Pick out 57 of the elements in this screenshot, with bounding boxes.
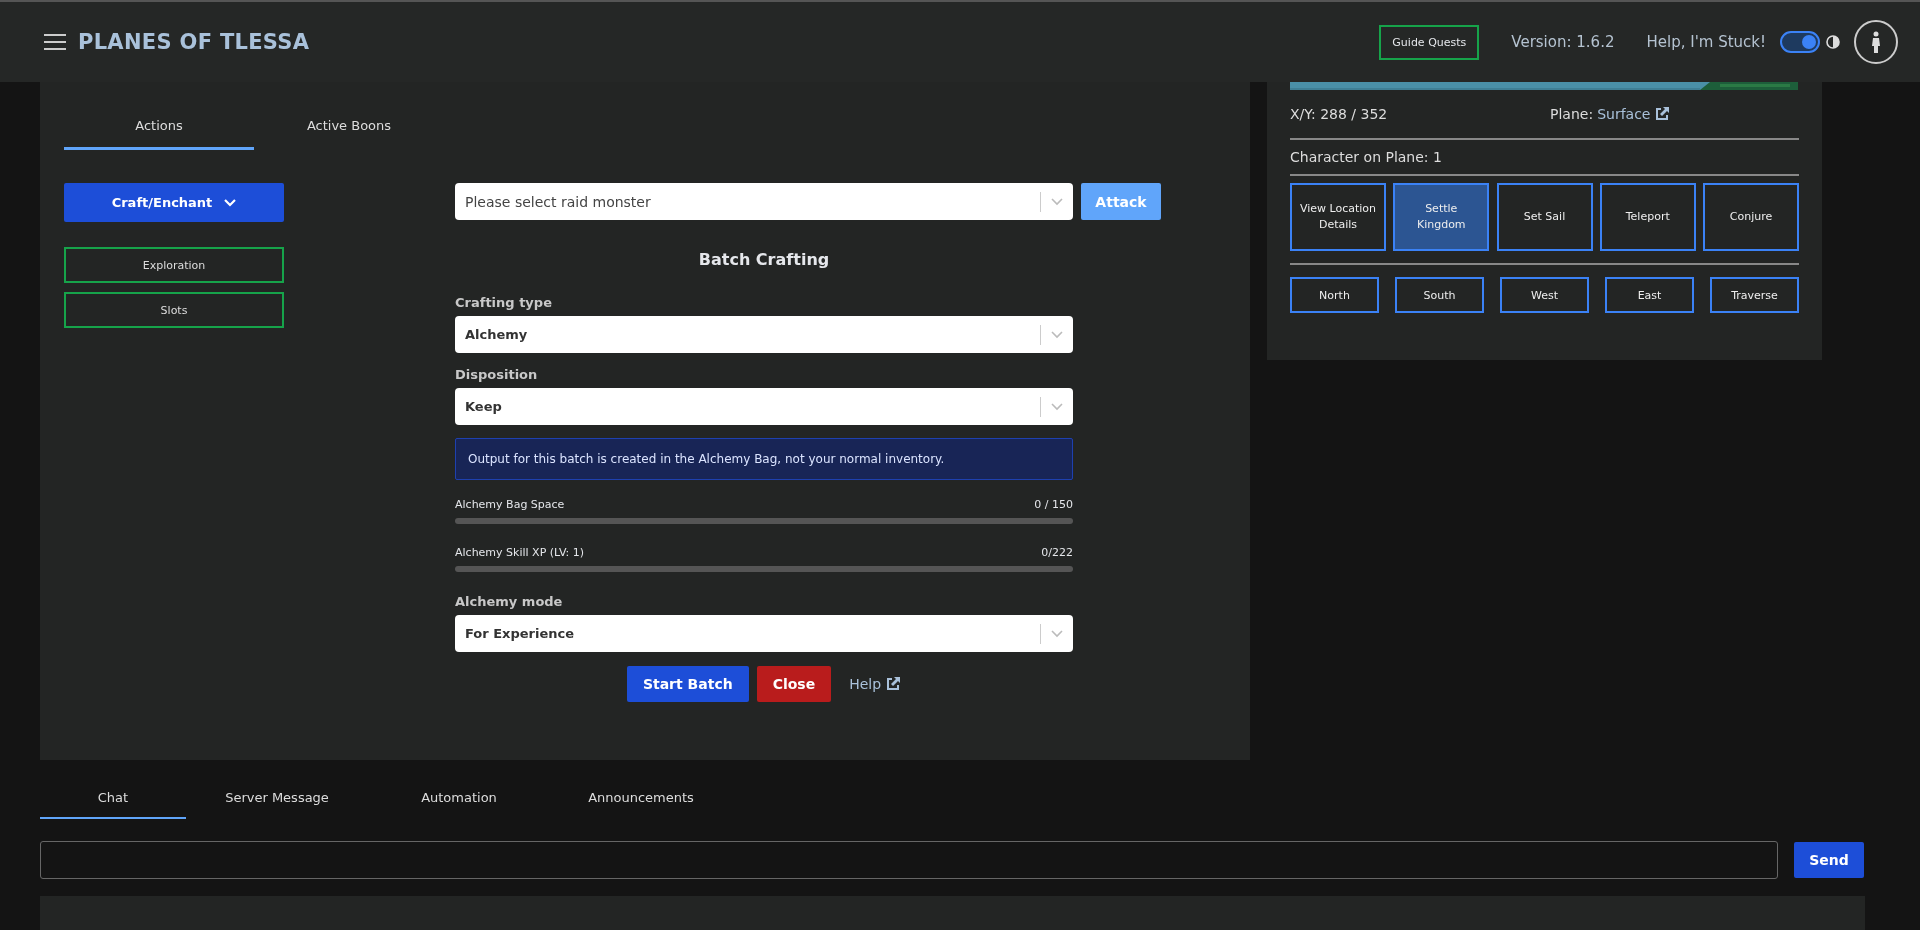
meter-label: Alchemy Skill XP (LV: 1) (455, 546, 585, 559)
plane-label: Plane: (1550, 106, 1594, 122)
send-button[interactable]: Send (1794, 842, 1864, 878)
chat-input[interactable] (40, 841, 1778, 879)
chat-tab[interactable]: Automation (368, 778, 550, 819)
theme-toggle[interactable] (1780, 31, 1820, 53)
map-action-button[interactable]: Set Sail (1496, 183, 1593, 251)
map-action-button[interactable]: Teleport (1599, 183, 1696, 251)
tab[interactable]: Active Boons (254, 118, 444, 150)
tab[interactable]: Actions (64, 118, 254, 150)
raid-monster-select[interactable]: Please select raid monster (455, 183, 1073, 220)
plane-link[interactable]: Surface (1597, 106, 1651, 122)
action-button[interactable]: Exploration (64, 247, 284, 283)
chevron-down-icon (1051, 629, 1063, 638)
person-icon (1871, 31, 1881, 53)
help-link[interactable]: Help, I'm Stuck! (1646, 33, 1766, 51)
menu-icon[interactable] (44, 34, 66, 50)
chat-tab[interactable]: Server Message (186, 778, 368, 819)
chevron-down-icon (1051, 330, 1063, 339)
contrast-icon (1826, 35, 1840, 49)
field-label: Alchemy mode (455, 594, 564, 609)
app-title: PLANES OF TLESSA (78, 30, 310, 54)
character-count-text: Character on Plane: 1 (1290, 148, 1443, 167)
select-field[interactable]: Keep (455, 388, 1073, 425)
coordinates-text: X/Y: 288 / 352 (1290, 106, 1389, 122)
field-label: Disposition (455, 367, 539, 382)
map-action-button[interactable]: Conjure (1703, 183, 1799, 251)
close-button[interactable]: Close (756, 666, 832, 702)
chevron-down-icon (224, 198, 237, 207)
section-title: Batch Crafting (697, 250, 831, 269)
select-field[interactable]: Alchemy (455, 316, 1073, 353)
move-button[interactable]: South (1395, 277, 1484, 313)
avatar-button[interactable] (1854, 20, 1898, 64)
chat-tab[interactable]: Announcements (550, 778, 732, 819)
map-action-button[interactable]: Settle Kingdom (1393, 183, 1490, 251)
meter-label: Alchemy Bag Space (455, 498, 565, 511)
meter-reading: 0/222 (1041, 546, 1073, 559)
start-batch-button[interactable]: Start Batch (626, 666, 749, 702)
move-button[interactable]: Traverse (1710, 277, 1799, 313)
field-label: Crafting type (455, 295, 553, 310)
chevron-down-icon (1051, 197, 1063, 206)
move-button[interactable]: West (1500, 277, 1589, 313)
move-button[interactable]: North (1290, 277, 1379, 313)
map-action-button[interactable]: View Location Details (1290, 183, 1386, 251)
move-button[interactable]: East (1605, 277, 1694, 313)
action-button[interactable]: Slots (64, 292, 284, 328)
external-link-icon (885, 676, 902, 692)
info-notice: Output for this batch is created in the Alchemy Bag, not your normal inventory. (455, 438, 1073, 480)
craft-enchant-dropdown[interactable]: Craft/Enchant (64, 183, 284, 222)
chevron-down-icon (1051, 402, 1063, 411)
external-link-icon (1654, 106, 1671, 122)
version-text: Version: 1.6.2 (1511, 33, 1615, 51)
help-link[interactable]: Help (849, 676, 882, 692)
select-field[interactable]: For Experience (455, 615, 1073, 652)
guide-quests-button[interactable]: Guide Quests (1379, 24, 1480, 60)
meter-reading: 0 / 150 (1034, 498, 1073, 511)
chat-tab[interactable]: Chat (40, 778, 186, 819)
